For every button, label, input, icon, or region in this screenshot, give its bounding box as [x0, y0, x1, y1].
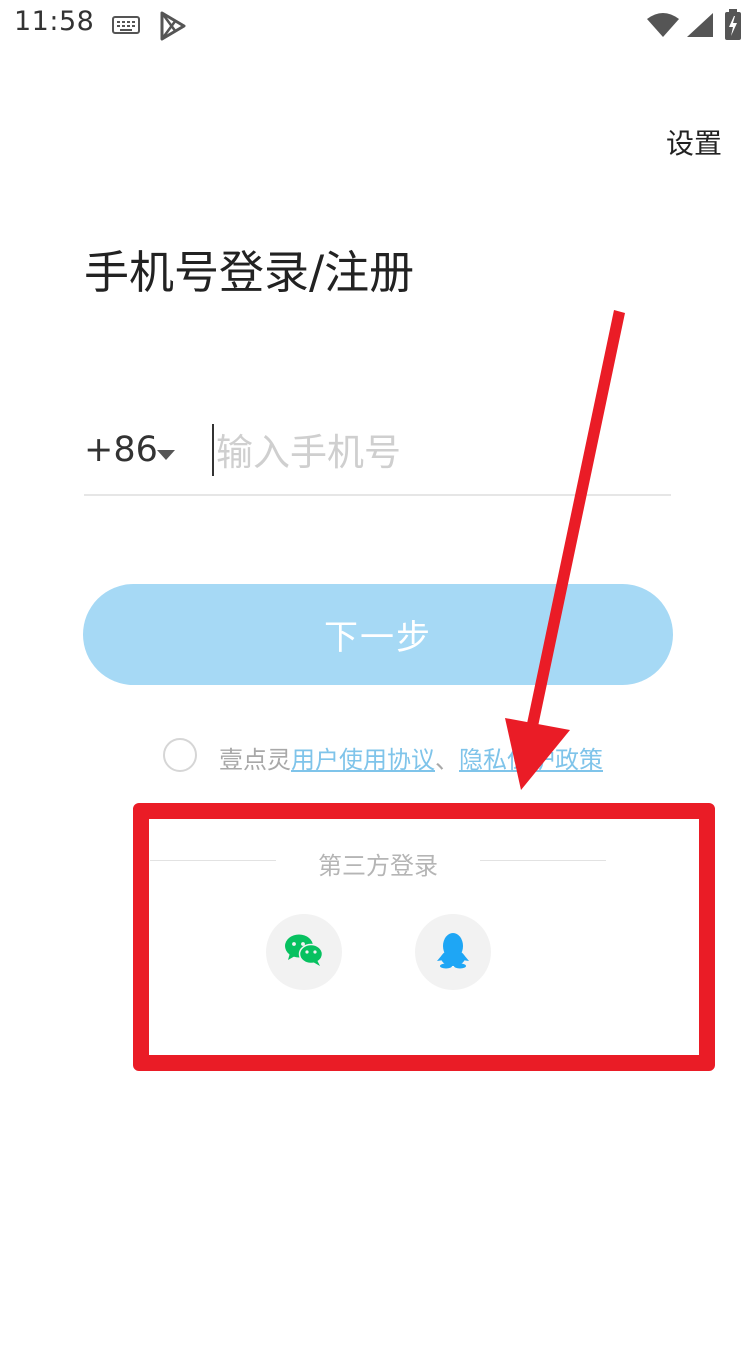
play-store-icon — [158, 10, 188, 46]
wifi-icon — [646, 12, 680, 42]
user-agreement-link[interactable]: 用户使用协议 — [291, 746, 435, 774]
agreement-prefix: 壹点灵 — [219, 746, 291, 774]
privacy-policy-link[interactable]: 隐私保护政策 — [459, 746, 603, 774]
agreement-checkbox[interactable] — [163, 738, 197, 772]
qq-icon — [436, 931, 470, 973]
wechat-login-button[interactable] — [266, 914, 342, 990]
country-code-selector[interactable]: +86 — [84, 430, 158, 470]
caret-down-icon[interactable] — [157, 445, 175, 464]
phone-input-row: +86 — [84, 418, 671, 496]
third-party-login-section: 第三方登录 — [150, 840, 606, 1000]
status-bar: 11:58 — [0, 0, 756, 52]
page-title: 手机号登录/注册 — [84, 246, 415, 299]
status-time: 11:58 — [14, 6, 95, 37]
signal-icon — [686, 12, 714, 42]
battery-charging-icon — [724, 9, 742, 45]
qq-login-button[interactable] — [415, 914, 491, 990]
keyboard-icon — [112, 15, 140, 39]
phone-number-input[interactable] — [216, 422, 656, 482]
agreement-separator: 、 — [435, 746, 459, 774]
text-cursor — [212, 424, 214, 476]
wechat-icon — [284, 933, 324, 971]
third-party-login-title: 第三方登录 — [318, 852, 438, 880]
agreement-text: 壹点灵用户使用协议、隐私保护政策 — [219, 740, 603, 775]
settings-link[interactable]: 设置 — [666, 122, 722, 162]
next-step-button[interactable]: 下一步 — [83, 584, 673, 685]
divider-right — [480, 860, 606, 861]
